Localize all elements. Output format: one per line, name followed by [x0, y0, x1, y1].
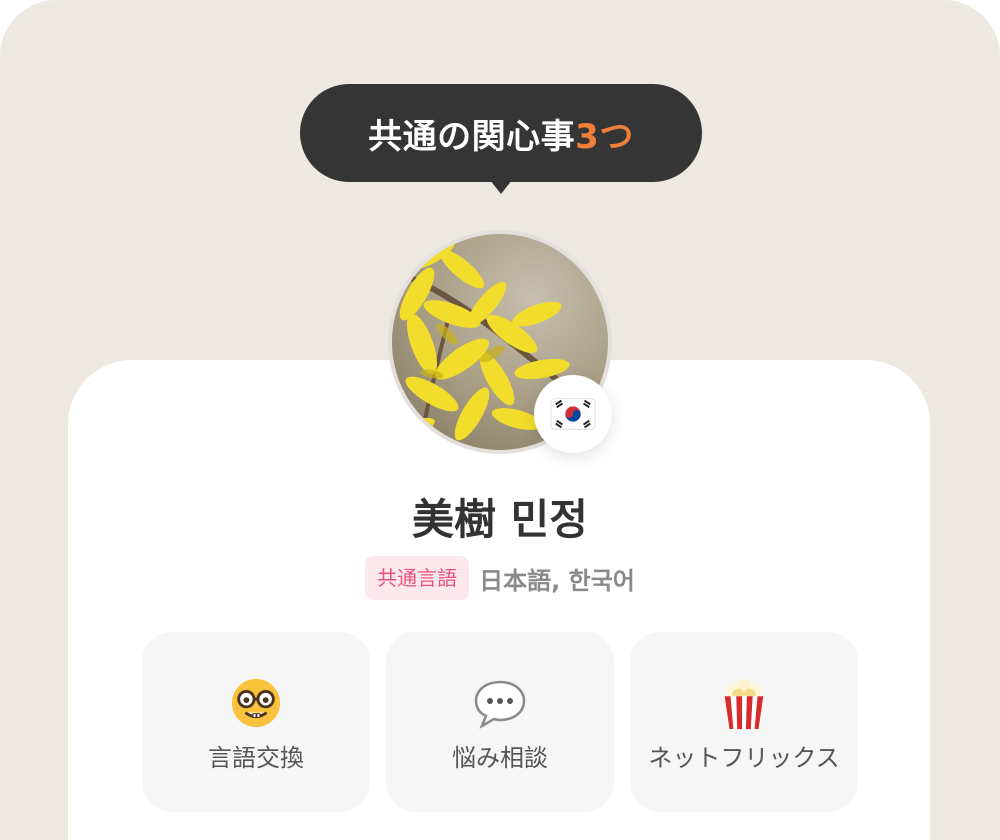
user-name: 美樹 민정: [412, 495, 588, 544]
bubble-text: 共通の関心事: [368, 116, 576, 157]
speech-bubble-icon: [474, 680, 526, 729]
korea-flag-icon: [550, 398, 596, 430]
nerd-face-icon: [231, 678, 281, 728]
interest-label: ネットフリックス: [648, 744, 840, 772]
interest-label: 悩み相談: [452, 744, 548, 772]
nationality-badge: [534, 375, 612, 453]
interest-tile-netflix[interactable]: ネットフリックス: [630, 632, 858, 812]
popcorn-icon: [724, 678, 764, 730]
bubble-count: 3つ: [575, 116, 634, 157]
interest-tile-advice[interactable]: 悩み相談: [386, 632, 614, 812]
interest-tile-language-exchange[interactable]: 言語交換: [142, 632, 370, 812]
profile-screen: 共通の関心事 3つ 美樹 민정 共通言語 日本語, 한국어 言語交換 悩み相談 …: [0, 0, 1000, 840]
language-row: 共通言語 日本語, 한국어: [0, 556, 1000, 600]
common-interests-bubble: 共通の関心事 3つ: [300, 84, 702, 182]
language-list: 日本語, 한국어: [479, 566, 635, 595]
bubble-tail: [490, 180, 512, 194]
interest-label: 言語交換: [208, 744, 304, 772]
common-language-tag: 共通言語: [365, 556, 470, 600]
